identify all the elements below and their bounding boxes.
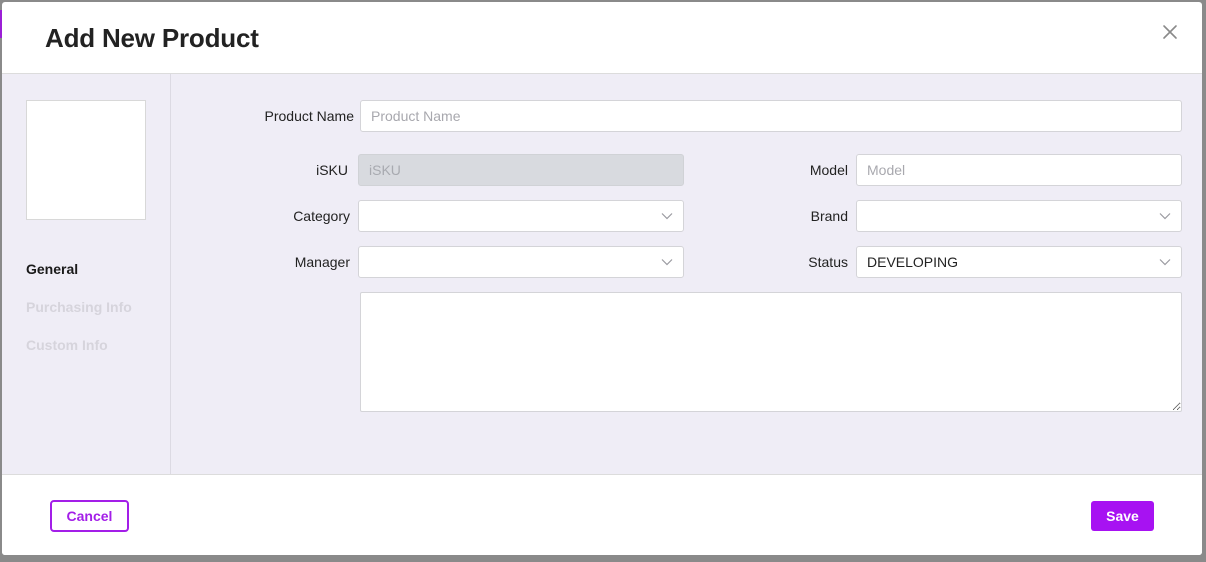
category-label: Category xyxy=(293,208,350,224)
category-select[interactable] xyxy=(358,200,684,232)
product-name-label: Product Name xyxy=(264,108,354,124)
product-image-upload[interactable] xyxy=(26,100,146,220)
close-button[interactable] xyxy=(1158,20,1182,44)
nav-item-purchasing-info[interactable]: Purchasing Info xyxy=(26,299,132,315)
brand-select[interactable] xyxy=(856,200,1182,232)
model-input[interactable]: Model xyxy=(856,154,1182,186)
chevron-down-icon xyxy=(661,259,673,266)
notes-textarea[interactable] xyxy=(360,292,1182,412)
manager-select[interactable] xyxy=(358,246,684,278)
modal-title: Add New Product xyxy=(45,23,259,53)
cancel-button[interactable]: Cancel xyxy=(50,500,129,532)
nav-item-custom-info[interactable]: Custom Info xyxy=(26,337,108,353)
chevron-down-icon xyxy=(661,213,673,220)
product-name-input[interactable]: Product Name xyxy=(360,100,1182,132)
modal-header: Add New Product xyxy=(2,2,1202,74)
nav-item-general[interactable]: General xyxy=(26,261,78,277)
side-nav: General Purchasing Info Custom Info xyxy=(2,74,171,474)
isku-input: iSKU xyxy=(358,154,684,186)
status-select[interactable]: DEVELOPING xyxy=(856,246,1182,278)
isku-label: iSKU xyxy=(316,162,348,178)
manager-label: Manager xyxy=(294,254,350,270)
chevron-down-icon xyxy=(1159,213,1171,220)
chevron-down-icon xyxy=(1159,259,1171,266)
add-product-modal: Add New Product General Purchasing Info … xyxy=(2,2,1202,555)
brand-label: Brand xyxy=(810,208,848,224)
modal-body: General Purchasing Info Custom Info Prod… xyxy=(2,74,1202,474)
save-button[interactable]: Save xyxy=(1091,501,1154,531)
close-icon xyxy=(1163,25,1177,39)
model-label: Model xyxy=(809,162,848,178)
general-form: Product Name Product Name iSKU iSKU Mode… xyxy=(172,74,1202,474)
status-value: DEVELOPING xyxy=(867,254,959,270)
modal-footer: Cancel Save xyxy=(2,474,1202,555)
status-label: Status xyxy=(808,254,848,270)
